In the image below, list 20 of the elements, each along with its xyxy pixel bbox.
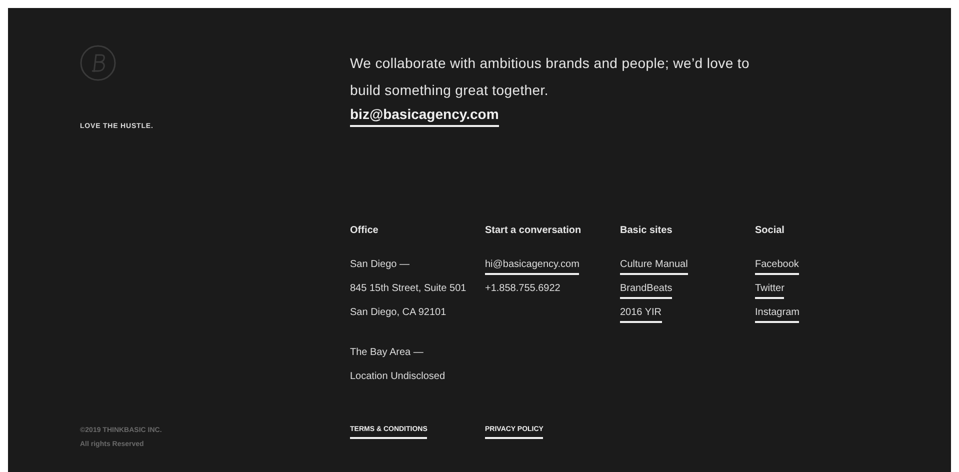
address-text: 845 15th Street, Suite 501 — [350, 283, 466, 296]
logo-icon[interactable] — [80, 45, 116, 81]
footer-link[interactable]: hi@basicagency.com — [485, 259, 580, 275]
footer-link[interactable]: Twitter — [755, 283, 784, 299]
column-heading: Basic sites — [620, 225, 674, 236]
footer-link[interactable]: 2016 YIR — [620, 307, 662, 323]
address-text: The Bay Area — — [350, 347, 424, 360]
intro-text: We collaborate with ambitious brands and people; we’d love to build something great together. — [350, 54, 750, 100]
address-text: San Diego — — [350, 259, 410, 272]
column-heading: Social — [755, 225, 786, 236]
email-link[interactable]: biz@basicagency.com — [350, 106, 499, 127]
column-heading: Start a conversation — [485, 225, 582, 236]
footer-link[interactable]: Facebook — [755, 259, 799, 275]
footer-link[interactable]: Instagram — [755, 307, 800, 323]
address-text: +1.858.755.6922 — [485, 283, 560, 296]
address-text: San Diego, CA 92101 — [350, 307, 446, 320]
column-heading: Office — [350, 225, 380, 236]
footer-link[interactable]: Culture Manual — [620, 259, 688, 275]
address-text: Location Undisclosed — [350, 371, 446, 384]
footer-link[interactable]: BrandBeats — [620, 283, 672, 299]
